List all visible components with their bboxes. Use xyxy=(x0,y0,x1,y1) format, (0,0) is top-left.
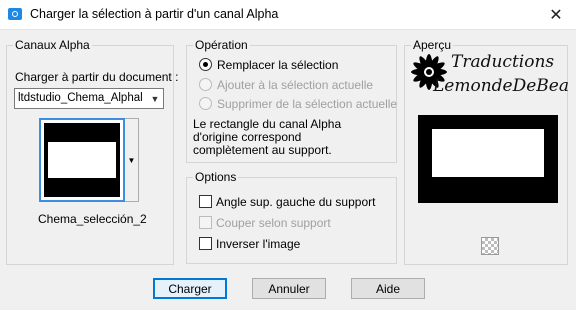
radio-subtract-label: Supprimer de la sélection actuelle xyxy=(217,97,398,111)
charger-button[interactable]: Charger xyxy=(153,278,227,299)
watermark-line-2: LemondeDeBea xyxy=(433,76,569,96)
channel-thumbnail-image xyxy=(44,123,120,197)
radio-add-selection[interactable] xyxy=(199,78,212,91)
chevron-down-icon[interactable]: ▼ xyxy=(147,89,163,108)
info-line-2: d'origine correspond xyxy=(193,130,302,144)
window-title: Charger la sélection à partir d'un canal… xyxy=(30,7,279,21)
channel-dropdown-arrow-icon[interactable]: ▼ xyxy=(125,118,139,202)
info-line-1: Le rectangle du canal Alpha xyxy=(193,117,342,131)
cancel-button[interactable]: Annuler xyxy=(252,278,326,299)
watermark-logo: Traductions LemondeDeBea xyxy=(405,44,570,104)
help-button[interactable]: Aide xyxy=(351,278,425,299)
checkbox-top-left-corner[interactable] xyxy=(199,195,212,208)
transparency-toggle-icon[interactable] xyxy=(481,237,499,255)
alpha-channels-legend: Canaux Alpha xyxy=(15,38,90,52)
checkbox-clip-label: Couper selon support xyxy=(216,216,331,230)
checkbox-clip-to-canvas[interactable] xyxy=(199,216,212,229)
title-bar: Charger la sélection à partir d'un canal… xyxy=(0,0,576,30)
load-from-label: Charger à partir du document : xyxy=(15,70,179,84)
checkbox-invert[interactable] xyxy=(199,237,212,250)
info-line-3: complètement au support. xyxy=(193,143,332,157)
document-select-value: ltdstudio_Chema_Alphal xyxy=(18,92,143,104)
close-button[interactable]: ✕ xyxy=(536,0,576,30)
channel-thumbnail[interactable] xyxy=(39,118,125,202)
radio-replace-label: Remplacer la sélection xyxy=(217,58,339,72)
radio-replace-selection[interactable] xyxy=(199,58,212,71)
channel-name-label: Chema_selección_2 xyxy=(38,212,147,226)
thumbnail-white-area xyxy=(48,142,116,178)
checkbox-top-left-label: Angle sup. gauche du support xyxy=(216,195,376,209)
camera-icon xyxy=(8,8,22,20)
document-select[interactable]: ltdstudio_Chema_Alphal ▼ xyxy=(14,88,164,109)
checkbox-invert-label: Inverser l'image xyxy=(216,237,301,251)
options-legend: Options xyxy=(195,170,237,184)
radio-subtract-selection[interactable] xyxy=(199,97,212,110)
preview-image xyxy=(418,115,558,203)
preview-canvas xyxy=(418,115,558,203)
preview-white-area xyxy=(432,129,544,177)
operation-legend: Opération xyxy=(195,38,248,52)
watermark-line-1: Traductions xyxy=(451,52,555,72)
radio-add-label: Ajouter à la sélection actuelle xyxy=(217,78,374,92)
